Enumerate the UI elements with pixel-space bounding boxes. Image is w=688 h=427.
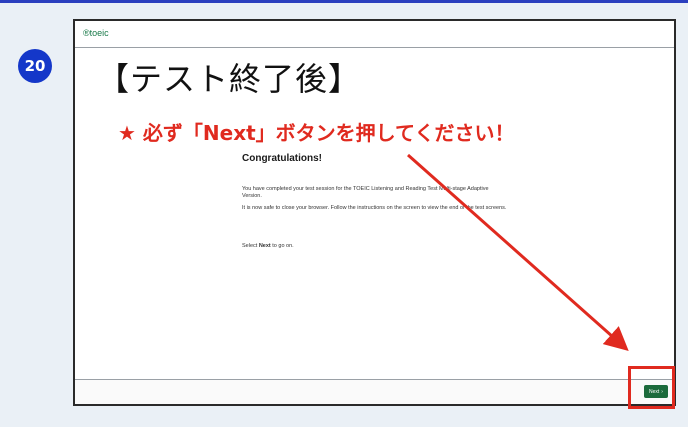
next-button-highlight — [628, 366, 675, 409]
annotation-arrow — [407, 153, 629, 351]
arrow-line — [407, 153, 629, 351]
